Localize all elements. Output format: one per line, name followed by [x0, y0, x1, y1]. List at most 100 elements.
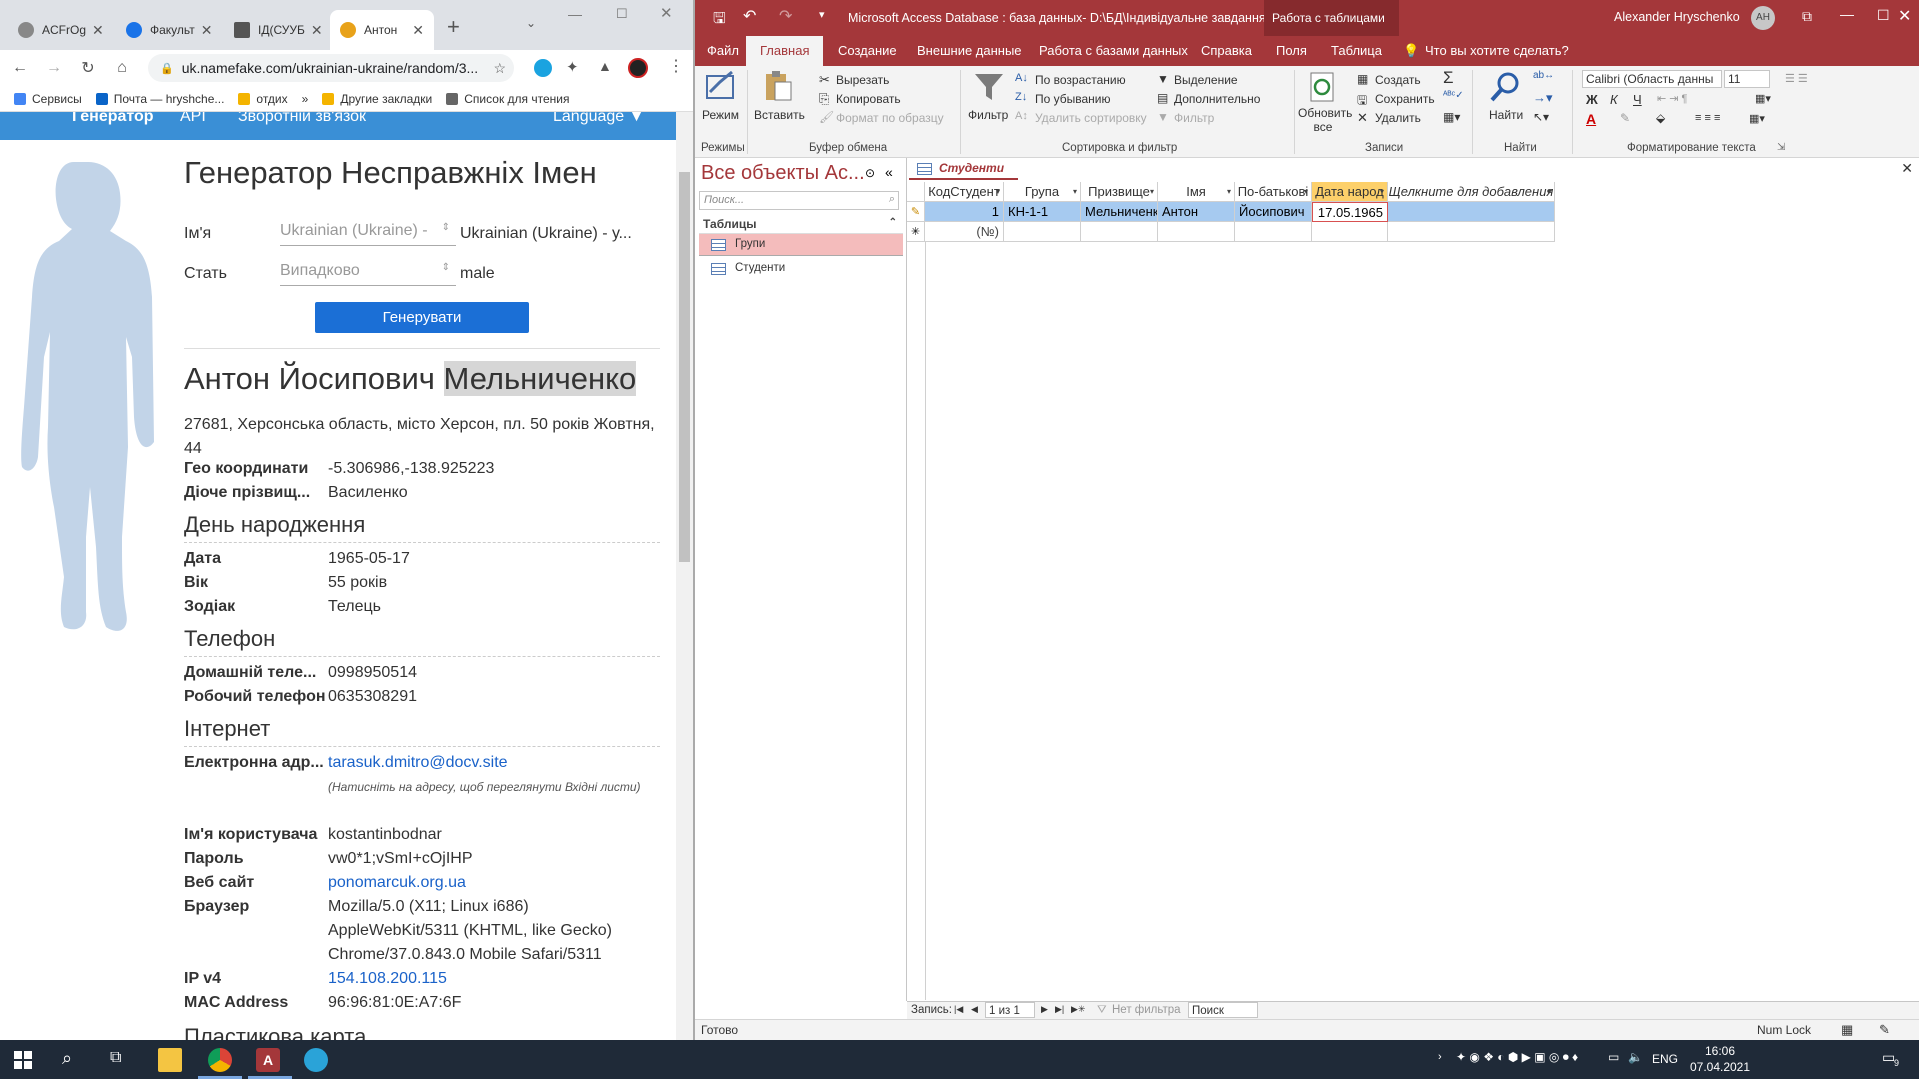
column-header-active[interactable]: Дата народ ▾ — [1312, 182, 1388, 202]
underline-icon[interactable]: Ч — [1633, 92, 1642, 107]
nav-search-input[interactable]: Поиск... ⌕ — [699, 191, 899, 210]
indent-icon[interactable]: ⇤ ⇥ ¶ — [1657, 92, 1687, 105]
column-header[interactable]: Імя ▾ — [1158, 182, 1235, 202]
ip-link[interactable]: 154.108.200.115 — [328, 967, 447, 991]
nav-api[interactable]: API — [180, 112, 206, 126]
first-record-icon[interactable]: |◀ — [954, 1004, 963, 1015]
document-tab-students[interactable]: Студенти — [909, 158, 1019, 180]
table-cell[interactable]: 1 — [925, 202, 1004, 222]
access-icon[interactable]: A — [256, 1048, 280, 1072]
new-tab-icon[interactable]: + — [447, 14, 460, 40]
table-cell-empty[interactable] — [1388, 202, 1555, 222]
tray-overflow-icon[interactable]: › — [1438, 1051, 1442, 1063]
new-record-cell[interactable] — [1388, 222, 1555, 242]
profile-avatar[interactable] — [628, 58, 648, 78]
address-bar[interactable]: 🔒 uk.namefake.com/ukrainian-ukraine/rand… — [148, 54, 514, 82]
home-icon[interactable]: ⌂ — [108, 59, 136, 77]
lab-icon[interactable]: ▲ — [598, 58, 612, 74]
new-record-cell[interactable] — [1312, 222, 1388, 242]
column-menu-icon[interactable]: ▾ — [1073, 182, 1077, 201]
new-record-button[interactable]: Создать — [1375, 73, 1421, 87]
star-icon[interactable]: ☆ — [493, 60, 506, 77]
add-column-header[interactable]: Щелкните для добавления ▾ — [1388, 182, 1555, 202]
maximize-icon[interactable]: ☐ — [616, 6, 628, 22]
new-record-nav-icon[interactable]: ▶✳ — [1071, 1004, 1085, 1015]
clock-date[interactable]: 07.04.2021 — [1680, 1060, 1760, 1074]
browser-tab-1[interactable]: ACFrOg ✕ — [8, 10, 108, 50]
view-button[interactable]: Режим — [702, 108, 739, 122]
scrollbar-thumb[interactable] — [679, 172, 690, 562]
reload-icon[interactable]: ↻ — [74, 58, 102, 78]
gender-select[interactable]: Випадково ⇕ — [280, 258, 456, 286]
nav-feedback[interactable]: Зворотній зв'язок — [238, 112, 366, 126]
italic-icon[interactable]: К — [1610, 92, 1618, 107]
delete-record-button[interactable]: Удалить — [1375, 111, 1421, 125]
new-record-cell[interactable] — [1158, 222, 1235, 242]
forward-icon[interactable]: → — [40, 59, 68, 77]
bookmark-overflow[interactable]: » — [302, 92, 309, 106]
select-icon[interactable]: ↖▾ — [1533, 110, 1549, 124]
dialog-launcher-icon[interactable]: ⇲ — [1777, 142, 1785, 153]
bullets-icon[interactable]: ☰ ☰ — [1785, 72, 1808, 85]
cut-button[interactable]: Вырезать — [836, 73, 889, 87]
paste-icon[interactable] — [761, 68, 795, 102]
language-indicator[interactable]: ENG — [1652, 1052, 1678, 1066]
new-record-cell[interactable]: (№) — [925, 222, 1004, 242]
close-window-icon[interactable]: ✕ — [1898, 6, 1911, 26]
nav-dropdown-icon[interactable]: ⊙ — [865, 166, 875, 180]
selection-button[interactable]: Выделение — [1174, 73, 1238, 87]
telegram-icon[interactable] — [304, 1048, 328, 1072]
column-menu-icon[interactable]: ▾ — [996, 182, 1000, 201]
column-menu-icon[interactable]: ▾ — [1304, 182, 1308, 201]
totals-icon[interactable]: Σ — [1443, 68, 1454, 88]
collapse-group-icon[interactable]: ⌃ — [889, 217, 897, 228]
tray-icons[interactable]: ✦ ◉ ❖ ◐ ⬢ ▶ ▣ ◎ ⏺ ♦ — [1456, 1050, 1578, 1065]
nav-category-tables[interactable]: Таблицы ⌃ — [699, 214, 903, 234]
column-header[interactable]: Призвище ▾ — [1081, 182, 1158, 202]
website-link[interactable]: ponomarcuk.org.ua — [328, 871, 466, 895]
tab-search-icon[interactable]: ⌄ — [526, 16, 536, 30]
close-tab-icon[interactable]: ✕ — [195, 22, 213, 39]
clock-time[interactable]: 16:06 — [1690, 1044, 1750, 1058]
record-search-input[interactable]: Поиск — [1188, 1002, 1258, 1018]
prev-record-icon[interactable]: ◀ — [971, 1004, 978, 1015]
gridlines-icon[interactable]: ▦▾ — [1755, 92, 1771, 105]
tab-external-data[interactable]: Внешние данные — [917, 43, 1022, 58]
task-view-icon[interactable]: ⧉ — [110, 1049, 121, 1067]
datasheet-view-icon[interactable]: ▦ — [1841, 1022, 1853, 1038]
tab-fields[interactable]: Поля — [1276, 43, 1307, 58]
nav-language[interactable]: Language ▼ — [553, 112, 644, 126]
table-cell[interactable]: Йосипович — [1235, 202, 1312, 222]
extension-icon[interactable] — [534, 59, 552, 77]
alt-fill-icon[interactable]: ▦▾ — [1749, 112, 1765, 125]
advanced-button[interactable]: Дополнительно — [1174, 92, 1260, 106]
close-document-icon[interactable]: ✕ — [1901, 160, 1913, 177]
column-header[interactable]: Група ▾ — [1004, 182, 1081, 202]
name-select[interactable]: Ukrainian (Ukraine) - ⇕ — [280, 218, 456, 246]
column-menu-icon[interactable]: ▾ — [1547, 182, 1551, 201]
font-color-icon[interactable]: A — [1586, 111, 1596, 127]
network-icon[interactable]: ▭ — [1608, 1050, 1619, 1064]
table-cell[interactable]: КН-1-1 — [1004, 202, 1081, 222]
bold-icon[interactable]: Ж — [1586, 92, 1598, 107]
next-record-icon[interactable]: ▶ — [1041, 1004, 1048, 1015]
browser-tab-2[interactable]: Факульт ✕ — [116, 10, 216, 50]
bookmark-reading-list[interactable]: Список для чтения — [446, 92, 569, 106]
bookmark-mail[interactable]: Почта — hryshche... — [95, 92, 224, 106]
filter-status[interactable]: Нет фильтра — [1112, 1004, 1181, 1016]
nav-item-students[interactable]: Студенти — [699, 258, 903, 280]
tab-help[interactable]: Справка — [1201, 43, 1252, 58]
select-all-corner[interactable] — [907, 182, 925, 202]
table-cell[interactable]: Антон — [1158, 202, 1235, 222]
bookmark-apps[interactable]: Сервисы — [14, 92, 82, 106]
last-record-icon[interactable]: ▶| — [1055, 1004, 1064, 1015]
filter-button[interactable]: Фильтр — [968, 108, 1008, 122]
design-view-icon[interactable]: ✎ — [1879, 1022, 1890, 1038]
windows-start-icon[interactable] — [14, 1051, 32, 1069]
close-tab-icon[interactable]: ✕ — [305, 22, 323, 39]
tab-file[interactable]: Файл — [707, 43, 739, 58]
column-menu-icon[interactable]: ▾ — [1227, 182, 1231, 201]
back-icon[interactable]: ← — [6, 59, 34, 77]
nav-generator[interactable]: Генератор — [72, 112, 154, 126]
align-icon[interactable]: ≡ ≡ ≡ — [1695, 112, 1720, 124]
